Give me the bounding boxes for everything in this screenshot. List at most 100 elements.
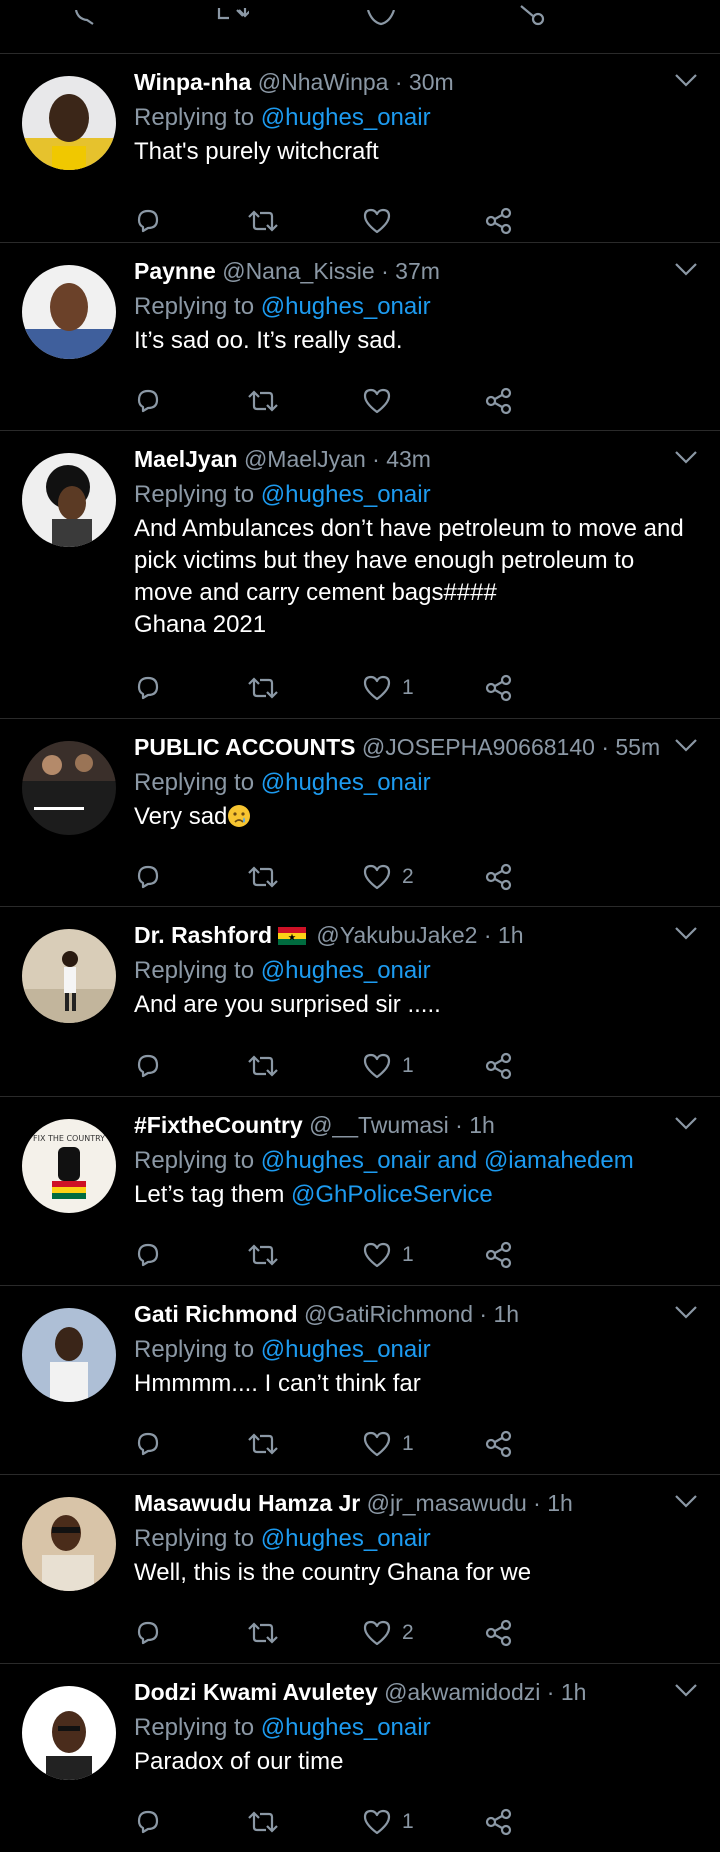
retweet-button[interactable] xyxy=(246,1051,280,1081)
chevron-down-icon[interactable] xyxy=(674,261,698,277)
share-button[interactable] xyxy=(484,1240,514,1270)
display-name[interactable]: Gati Richmond xyxy=(134,1301,298,1327)
user-handle[interactable]: @JOSEPHA90668140 xyxy=(362,734,595,760)
tweet[interactable]: Dr. Rashford @YakubuJake2 · 1h Replying … xyxy=(0,907,720,1097)
like-button[interactable] xyxy=(362,386,402,416)
display-name[interactable]: PUBLIC ACCOUNTS xyxy=(134,734,355,760)
like-button[interactable]: 2 xyxy=(362,1618,414,1648)
display-name[interactable]: Masawudu Hamza Jr xyxy=(134,1490,360,1516)
like-button[interactable]: 2 xyxy=(362,862,414,892)
tweet[interactable]: MaelJyan @MaelJyan · 43m Replying to @hu… xyxy=(0,431,720,719)
like-button[interactable]: 1 xyxy=(362,1807,414,1837)
retweet-button[interactable] xyxy=(246,1618,280,1648)
tweet[interactable]: PUBLIC ACCOUNTS @JOSEPHA90668140 · 55m R… xyxy=(0,719,720,907)
share-button[interactable] xyxy=(484,1807,514,1837)
reply-button[interactable] xyxy=(134,1429,162,1459)
tweet[interactable]: Paynne @Nana_Kissie · 37m Replying to @h… xyxy=(0,243,720,431)
user-handle[interactable]: @akwamidodzi xyxy=(384,1679,540,1705)
display-name[interactable]: Winpa-nha xyxy=(134,69,251,95)
like-button[interactable]: 1 xyxy=(362,1240,414,1270)
timestamp[interactable]: 37m xyxy=(395,258,440,284)
tweet[interactable]: FIX THE COUNTRY #FixtheCountry @__Twumas… xyxy=(0,1097,720,1286)
share-button[interactable] xyxy=(484,1429,514,1459)
reply-button[interactable] xyxy=(134,1807,162,1837)
like-button[interactable] xyxy=(362,206,402,236)
avatar[interactable] xyxy=(22,1686,116,1780)
user-handle[interactable]: @Nana_Kissie xyxy=(222,258,374,284)
reply-icon[interactable] xyxy=(68,0,108,26)
share-button[interactable] xyxy=(484,1618,514,1648)
mention-link[interactable]: @hughes_onair xyxy=(261,481,431,508)
share-icon[interactable] xyxy=(512,0,552,26)
avatar[interactable]: FIX THE COUNTRY xyxy=(22,1119,116,1213)
mention-link[interactable]: @hughes_onair xyxy=(261,769,431,796)
avatar[interactable] xyxy=(22,76,116,170)
like-button[interactable]: 1 xyxy=(362,1429,414,1459)
like-button[interactable]: 1 xyxy=(362,673,414,703)
reply-button[interactable] xyxy=(134,1618,162,1648)
retweet-button[interactable] xyxy=(246,206,280,236)
mention-link[interactable]: @hughes_onair xyxy=(261,293,431,320)
share-button[interactable] xyxy=(484,206,514,236)
timestamp[interactable]: 1h xyxy=(547,1490,573,1516)
chevron-down-icon[interactable] xyxy=(674,1493,698,1509)
timestamp[interactable]: 1h xyxy=(561,1679,587,1705)
share-button[interactable] xyxy=(484,673,514,703)
share-button[interactable] xyxy=(484,1051,514,1081)
chevron-down-icon[interactable] xyxy=(674,1115,698,1131)
user-handle[interactable]: @YakubuJake2 xyxy=(316,922,477,948)
chevron-down-icon[interactable] xyxy=(674,449,698,465)
retweet-button[interactable] xyxy=(246,386,280,416)
mention-link[interactable]: @hughes_onair xyxy=(261,1714,431,1741)
timestamp[interactable]: 30m xyxy=(409,69,454,95)
mention-link[interactable]: @GhPoliceService xyxy=(291,1181,493,1208)
chevron-down-icon[interactable] xyxy=(674,925,698,941)
tweet[interactable]: Masawudu Hamza Jr @jr_masawudu · 1h Repl… xyxy=(0,1475,720,1664)
display-name[interactable]: Dodzi Kwami Avuletey xyxy=(134,1679,378,1705)
reply-button[interactable] xyxy=(134,206,162,236)
retweet-button[interactable] xyxy=(246,1807,280,1837)
chevron-down-icon[interactable] xyxy=(674,72,698,88)
like-icon[interactable] xyxy=(361,0,401,26)
user-handle[interactable]: @__Twumasi xyxy=(309,1112,449,1138)
retweet-button[interactable] xyxy=(246,673,280,703)
timestamp[interactable]: 1h xyxy=(469,1112,495,1138)
user-handle[interactable]: @jr_masawudu xyxy=(367,1490,527,1516)
mention-link[interactable]: @hughes_onair xyxy=(261,104,431,131)
avatar[interactable] xyxy=(22,265,116,359)
reply-button[interactable] xyxy=(134,673,162,703)
tweet[interactable]: Gati Richmond @GatiRichmond · 1h Replyin… xyxy=(0,1286,720,1475)
retweet-button[interactable] xyxy=(246,1429,280,1459)
reply-button[interactable] xyxy=(134,1240,162,1270)
avatar[interactable] xyxy=(22,453,116,547)
display-name[interactable]: MaelJyan xyxy=(134,446,238,472)
avatar[interactable] xyxy=(22,1308,116,1402)
tweet[interactable]: Winpa-nha @NhaWinpa · 30m Replying to @h… xyxy=(0,54,720,243)
display-name[interactable]: Dr. Rashford xyxy=(134,922,272,948)
chevron-down-icon[interactable] xyxy=(674,1682,698,1698)
user-handle[interactable]: @MaelJyan xyxy=(244,446,366,472)
chevron-down-icon[interactable] xyxy=(674,1304,698,1320)
retweet-button[interactable] xyxy=(246,862,280,892)
display-name[interactable]: Paynne xyxy=(134,258,216,284)
reply-button[interactable] xyxy=(134,862,162,892)
tweet[interactable]: Dodzi Kwami Avuletey @akwamidodzi · 1h R… xyxy=(0,1664,720,1846)
reply-button[interactable] xyxy=(134,1051,162,1081)
timestamp[interactable]: 1h xyxy=(498,922,524,948)
user-handle[interactable]: @GatiRichmond xyxy=(304,1301,473,1327)
timestamp[interactable]: 55m xyxy=(615,734,660,760)
mention-link[interactable]: @hughes_onair xyxy=(261,1336,431,1363)
avatar[interactable] xyxy=(22,929,116,1023)
user-handle[interactable]: @NhaWinpa xyxy=(258,69,389,95)
avatar[interactable] xyxy=(22,1497,116,1591)
retweet-icon[interactable] xyxy=(212,0,252,26)
share-button[interactable] xyxy=(484,386,514,416)
mention-link[interactable]: @hughes_onair xyxy=(261,1525,431,1552)
timestamp[interactable]: 43m xyxy=(386,446,431,472)
mention-link[interactable]: @hughes_onair and @iamahedem xyxy=(261,1147,634,1174)
display-name[interactable]: #FixtheCountry xyxy=(134,1112,303,1138)
avatar[interactable] xyxy=(22,741,116,835)
like-button[interactable]: 1 xyxy=(362,1051,414,1081)
chevron-down-icon[interactable] xyxy=(674,737,698,753)
timestamp[interactable]: 1h xyxy=(493,1301,519,1327)
